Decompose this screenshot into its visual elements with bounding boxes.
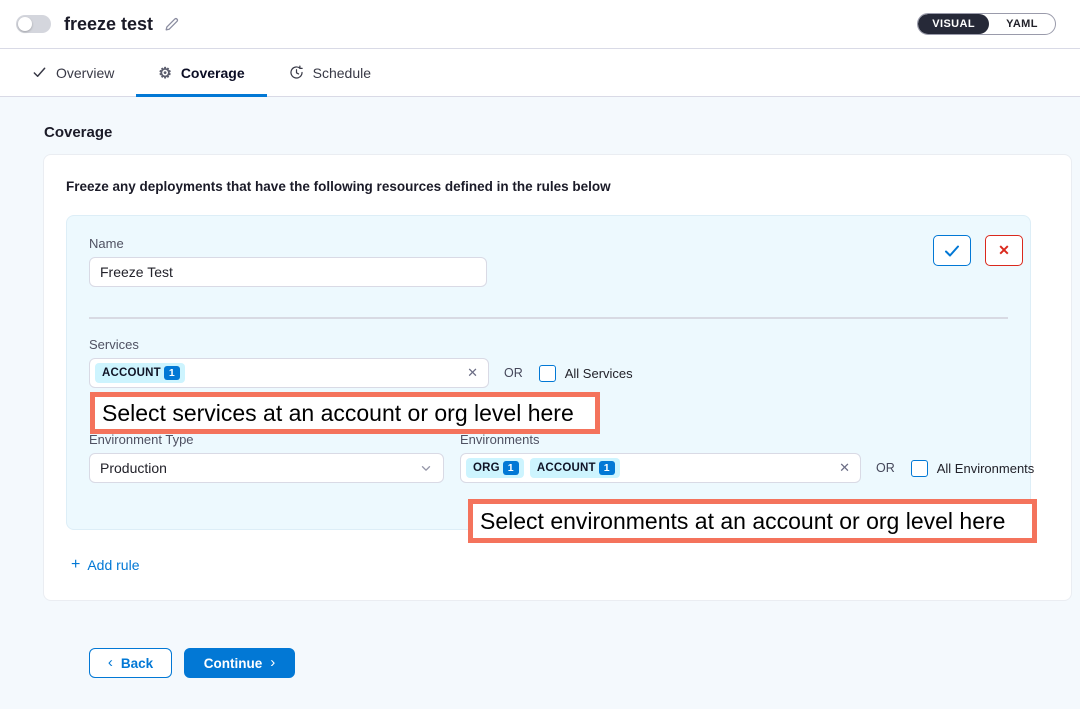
tag-scope-label: ORG: [473, 462, 500, 474]
services-annotation-callout: Select services at an account or org lev…: [90, 392, 600, 434]
visual-toggle-option[interactable]: VISUAL: [918, 14, 989, 34]
tab-coverage-label: Coverage: [181, 65, 245, 81]
yaml-toggle-option[interactable]: YAML: [989, 14, 1055, 34]
close-icon: ✕: [998, 242, 1010, 259]
services-or-label: OR: [504, 366, 523, 380]
check-icon: [32, 65, 47, 80]
gear-icon: ⚙: [158, 64, 171, 82]
close-icon[interactable]: ✕: [459, 365, 478, 381]
tab-schedule[interactable]: Schedule: [267, 49, 393, 96]
instruction-text: Freeze any deployments that have the fol…: [66, 179, 1049, 194]
tag-count-badge: 1: [164, 366, 180, 380]
continue-button-label: Continue: [204, 656, 263, 671]
tab-schedule-label: Schedule: [313, 65, 371, 81]
rule-divider: [89, 317, 1008, 319]
environment-row: Environment Type Production Environments…: [89, 432, 1008, 483]
check-icon: [944, 244, 960, 258]
environments-field-group: Environments ORG 1 ACCOUNT 1: [460, 432, 861, 483]
environment-scope-tag[interactable]: ACCOUNT 1: [530, 458, 620, 478]
environments-label: Environments: [460, 432, 861, 447]
environment-type-select[interactable]: Production: [89, 453, 444, 483]
freeze-rule-card: ✕ Name Services ACCOUNT 1: [66, 215, 1031, 530]
plus-icon: +: [71, 557, 80, 573]
services-multiselect[interactable]: ACCOUNT 1 ✕: [89, 358, 489, 388]
environment-type-label: Environment Type: [89, 432, 444, 447]
section-title: Coverage: [44, 124, 1072, 141]
environments-multiselect[interactable]: ORG 1 ACCOUNT 1 ✕: [460, 453, 861, 483]
environment-type-field-group: Environment Type Production: [89, 432, 444, 483]
name-field-group: Name: [89, 236, 1008, 287]
tab-bar: Overview ⚙ Coverage Schedule: [0, 49, 1080, 97]
rule-name-input[interactable]: [89, 257, 487, 287]
all-services-checkbox[interactable]: [539, 365, 556, 382]
add-rule-label: Add rule: [87, 557, 139, 573]
tag-scope-label: ACCOUNT: [537, 462, 596, 474]
services-label: Services: [89, 337, 1008, 352]
tag-scope-label: ACCOUNT: [102, 367, 161, 379]
footer-actions: ‹ Back Continue ›: [89, 648, 1072, 678]
coverage-card: Freeze any deployments that have the fol…: [43, 154, 1072, 601]
tab-coverage[interactable]: ⚙ Coverage: [136, 49, 266, 96]
back-button[interactable]: ‹ Back: [89, 648, 172, 678]
service-scope-tag[interactable]: ACCOUNT 1: [95, 363, 185, 383]
schedule-clock-icon: [289, 65, 304, 80]
back-button-label: Back: [121, 656, 153, 671]
name-label: Name: [89, 236, 1008, 251]
chevron-right-icon: ›: [270, 655, 275, 670]
tag-count-badge: 1: [503, 461, 519, 475]
freeze-enable-toggle[interactable]: [16, 15, 51, 33]
environment-scope-tag[interactable]: ORG 1: [466, 458, 524, 478]
pencil-icon[interactable]: [163, 16, 180, 33]
tag-count-badge: 1: [599, 461, 615, 475]
page-title: freeze test: [64, 14, 153, 35]
environments-annotation-callout: Select environments at an account or org…: [468, 499, 1037, 543]
add-rule-link[interactable]: + Add rule: [71, 557, 140, 573]
services-field-group: Services ACCOUNT 1 ✕ OR All Services: [89, 337, 1008, 388]
cancel-rule-button[interactable]: ✕: [985, 235, 1023, 266]
environments-or-label: OR: [876, 461, 895, 475]
coverage-page: Coverage Freeze any deployments that hav…: [0, 97, 1080, 678]
chevron-left-icon: ‹: [108, 655, 113, 670]
all-environments-checkbox[interactable]: [911, 460, 928, 477]
top-bar: freeze test VISUAL YAML: [0, 0, 1080, 49]
tab-overview[interactable]: Overview: [10, 49, 136, 96]
toggle-knob: [18, 17, 32, 31]
confirm-rule-button[interactable]: [933, 235, 971, 266]
all-services-label: All Services: [565, 366, 633, 381]
close-icon[interactable]: ✕: [831, 460, 850, 476]
environment-type-value: Production: [100, 460, 167, 476]
rule-actions: ✕: [933, 235, 1023, 266]
chevron-down-icon: [419, 461, 433, 475]
all-environments-label: All Environments: [937, 461, 1035, 476]
visual-yaml-toggle: VISUAL YAML: [917, 13, 1056, 35]
continue-button[interactable]: Continue ›: [184, 648, 295, 678]
tab-overview-label: Overview: [56, 65, 114, 81]
